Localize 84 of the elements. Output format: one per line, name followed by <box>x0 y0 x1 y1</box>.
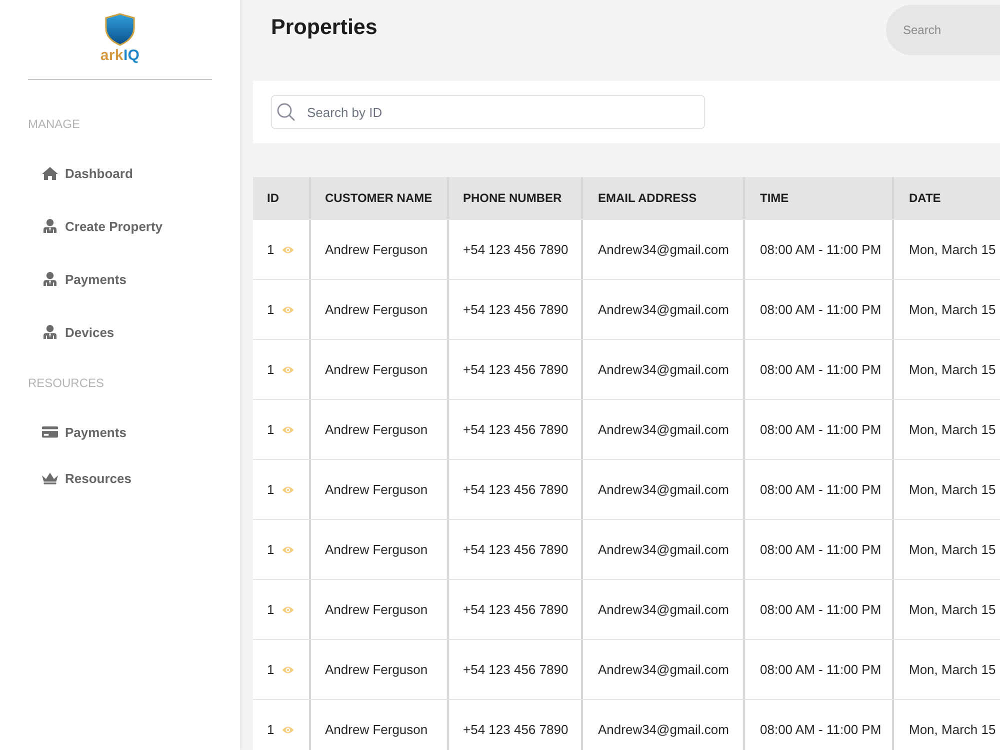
logo-text: arkIQ <box>100 47 140 65</box>
eye-icon[interactable] <box>282 366 294 374</box>
table-cell: 08:00 AM - 11:00 PM <box>760 662 882 677</box>
eye-icon[interactable] <box>282 486 294 494</box>
table-cell: +54 123 456 7890 <box>463 722 568 737</box>
search-field[interactable]: Search <box>886 5 1000 55</box>
table-cell: Andrew Ferguson <box>325 662 428 677</box>
table-cell: Mon, March 15 <box>909 302 996 317</box>
table-cell: 08:00 AM - 11:00 PM <box>760 422 882 437</box>
table-cell: Andrew Ferguson <box>325 362 428 377</box>
table-cell: +54 123 456 7890 <box>463 302 568 317</box>
table-cell: 08:00 AM - 11:00 PM <box>760 602 882 617</box>
table-cell: 1 <box>267 422 274 437</box>
table-cell: +54 123 456 7890 <box>463 242 568 257</box>
table-cell: Andrew Ferguson <box>325 482 428 497</box>
search-icon <box>277 103 295 121</box>
table-cell: 08:00 AM - 11:00 PM <box>760 362 882 377</box>
column-header: DATE <box>908 190 942 207</box>
person-icon <box>43 218 57 234</box>
table-cell: 1 <box>267 482 274 497</box>
table-cell: Mon, March 15 <box>909 482 996 497</box>
table-cell: 1 <box>267 302 274 317</box>
table-cell: Andrew34@gmail.com <box>598 482 729 497</box>
table-cell: Andrew34@gmail.com <box>598 302 729 317</box>
section-heading: RESOURCES <box>28 376 104 390</box>
table-cell: 08:00 AM - 11:00 PM <box>760 722 882 737</box>
table-cell: Andrew34@gmail.com <box>598 602 729 617</box>
eye-icon[interactable] <box>282 666 294 674</box>
eye-icon[interactable] <box>282 426 294 434</box>
table-cell: 08:00 AM - 11:00 PM <box>760 302 882 317</box>
sidebar-item[interactable]: Payments <box>42 270 126 288</box>
table-cell: Andrew Ferguson <box>325 422 428 437</box>
eye-icon[interactable] <box>282 306 294 314</box>
table-cell: 08:00 AM - 11:00 PM <box>760 242 882 257</box>
table-cell: 1 <box>267 602 274 617</box>
table-cell: Mon, March 15 <box>909 722 996 737</box>
table-cell: 08:00 AM - 11:00 PM <box>760 482 882 497</box>
sidebar-item[interactable]: Create Property <box>42 217 163 235</box>
sidebar-item[interactable]: Payments <box>42 423 126 441</box>
search-field[interactable]: Search by ID <box>271 95 705 129</box>
table-cell: Andrew34@gmail.com <box>598 722 729 737</box>
table-cell: Andrew Ferguson <box>325 302 428 317</box>
sidebar-item[interactable]: Resources <box>42 469 132 487</box>
table-cell: Andrew Ferguson <box>325 722 428 737</box>
person-icon <box>43 324 57 340</box>
table-cell: 1 <box>267 662 274 677</box>
eye-icon[interactable] <box>282 606 294 614</box>
eye-icon[interactable] <box>282 726 294 734</box>
table-cell: Andrew Ferguson <box>325 602 428 617</box>
table-cell: Andrew34@gmail.com <box>598 422 729 437</box>
table-cell: Andrew34@gmail.com <box>598 542 729 557</box>
person-icon <box>43 272 57 286</box>
crown-icon <box>42 472 58 484</box>
table-cell: Mon, March 15 <box>909 422 996 437</box>
table-cell: Mon, March 15 <box>909 242 996 257</box>
table-cell: Mon, March 15 <box>909 362 996 377</box>
eye-icon[interactable] <box>282 546 294 554</box>
table-cell: Andrew34@gmail.com <box>598 662 729 677</box>
table-cell: +54 123 456 7890 <box>463 482 568 497</box>
table-cell: Mon, March 15 <box>909 602 996 617</box>
section-heading: MANAGE <box>28 117 80 131</box>
table-cell: Mon, March 15 <box>909 662 996 677</box>
shield-logo-icon <box>105 13 135 46</box>
table-cell: 1 <box>267 722 274 737</box>
card-icon <box>42 426 58 438</box>
table-cell: +54 123 456 7890 <box>463 422 568 437</box>
table-cell: Andrew34@gmail.com <box>598 242 729 257</box>
table-cell: +54 123 456 7890 <box>463 542 568 557</box>
table-cell: +54 123 456 7890 <box>463 602 568 617</box>
table-cell: 1 <box>267 542 274 557</box>
sidebar-item[interactable]: Dashboard <box>42 164 133 182</box>
table-cell: 1 <box>267 362 274 377</box>
table-cell: 08:00 AM - 11:00 PM <box>760 542 882 557</box>
table-cell: Andrew Ferguson <box>325 542 428 557</box>
table-cell: Andrew Ferguson <box>325 242 428 257</box>
home-icon <box>42 166 58 180</box>
table-cell: Mon, March 15 <box>909 542 996 557</box>
page-title: Properties <box>271 14 378 40</box>
table-cell: +54 123 456 7890 <box>463 662 568 677</box>
table-cell: Andrew34@gmail.com <box>598 362 729 377</box>
table-cell: +54 123 456 7890 <box>463 362 568 377</box>
table-cell: 1 <box>267 242 274 257</box>
sidebar-item[interactable]: Devices <box>42 323 114 341</box>
eye-icon[interactable] <box>282 246 294 254</box>
